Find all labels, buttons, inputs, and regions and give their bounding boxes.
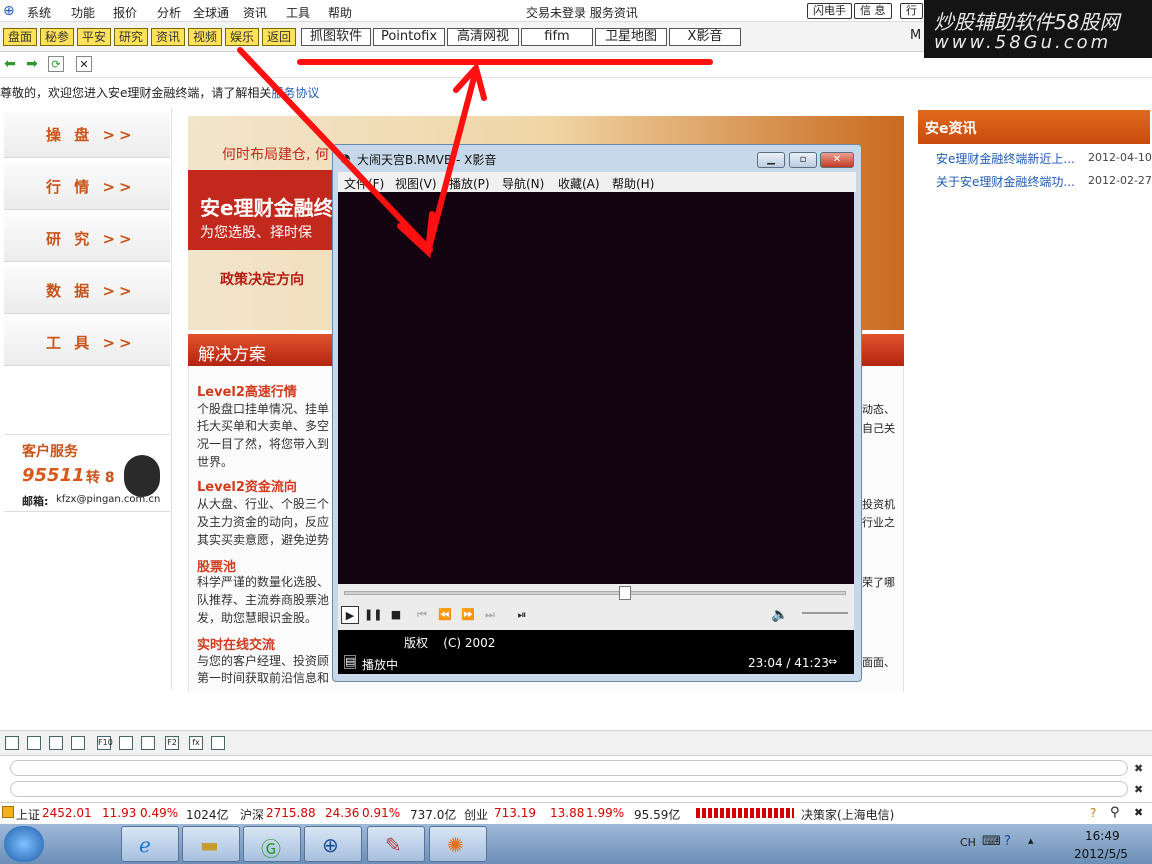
annotation-arrow-down [237,47,433,253]
annotation-arrow-up [425,67,479,255]
annotation-arrows [237,47,713,259]
